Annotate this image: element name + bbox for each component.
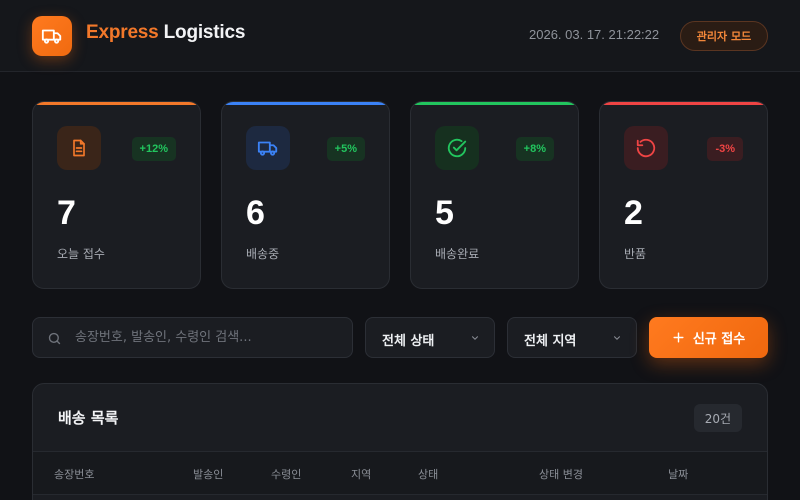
count-badge: 20건 — [693, 404, 742, 432]
card-icon-box — [57, 126, 101, 170]
panel-title: 배송 목록 — [58, 409, 119, 427]
table-header: 송장번호 발송인 수령인 지역 상태 상태 변경 날짜 — [33, 452, 767, 494]
new-shipment-label: 신규 접수 — [692, 332, 746, 347]
check-circle-icon — [447, 138, 467, 158]
current-datetime: 2026. 03. 17. 21:22:22 — [529, 27, 660, 42]
column-header-invoice[interactable]: 송장번호 — [54, 466, 94, 482]
card-accent-bar — [222, 102, 389, 105]
card-accent-bar — [411, 102, 578, 105]
region-filter-select[interactable]: 전체 지역 — [507, 317, 637, 358]
stat-card-returns: -3% 2 반품 — [599, 101, 768, 289]
stat-card-in-transit: +5% 6 배송중 — [221, 101, 390, 289]
card-accent-bar — [33, 102, 200, 105]
chevron-down-icon — [471, 336, 479, 340]
stat-value: 5 — [435, 194, 454, 232]
stat-label: 반품 — [624, 247, 647, 261]
table-header-border — [33, 494, 767, 495]
change-badge: +12% — [131, 137, 176, 161]
column-header-status-change[interactable]: 상태 변경 — [539, 466, 583, 482]
change-badge: -3% — [707, 137, 743, 161]
stat-label: 배송완료 — [435, 247, 480, 261]
column-header-recipient[interactable]: 수령인 — [271, 466, 301, 482]
truck-icon — [41, 29, 62, 44]
brand-accent: Express — [86, 22, 159, 43]
stat-value: 7 — [57, 194, 76, 232]
app-header: Express Logistics 2026. 03. 17. 21:22:22… — [0, 0, 800, 72]
shipment-list-panel: 배송 목록 20건 송장번호 발송인 수령인 지역 상태 상태 변경 날짜 — [32, 383, 768, 500]
column-header-sender[interactable]: 발송인 — [193, 466, 223, 482]
column-header-region[interactable]: 지역 — [351, 466, 371, 482]
change-badge: +5% — [326, 137, 365, 161]
status-filter-value: 전체 상태 — [382, 334, 435, 349]
stat-label: 오늘 접수 — [57, 247, 105, 261]
stat-card-received: +12% 7 오늘 접수 — [32, 101, 201, 289]
card-icon-box — [624, 126, 668, 170]
brand-name: Express Logistics — [86, 22, 245, 44]
admin-mode-button[interactable]: 관리자 모드 — [680, 21, 768, 51]
card-icon-box — [246, 126, 290, 170]
document-icon — [73, 139, 85, 157]
status-filter-select[interactable]: 전체 상태 — [365, 317, 495, 358]
region-filter-value: 전체 지역 — [524, 334, 577, 349]
new-shipment-button[interactable]: 신규 접수 — [649, 317, 768, 358]
return-icon — [636, 138, 656, 158]
chevron-down-icon — [613, 336, 621, 340]
stat-value: 2 — [624, 194, 643, 232]
plus-icon — [673, 332, 684, 343]
search-icon — [48, 332, 61, 345]
truck-icon — [257, 141, 278, 156]
logo[interactable] — [32, 16, 72, 56]
search-input[interactable] — [75, 318, 345, 357]
card-accent-bar — [600, 102, 767, 105]
card-icon-box — [435, 126, 479, 170]
stat-card-delivered: +8% 5 배송완료 — [410, 101, 579, 289]
stat-label: 배송중 — [246, 247, 280, 261]
search-box — [32, 317, 353, 358]
stat-value: 6 — [246, 194, 265, 232]
column-header-date[interactable]: 날짜 — [668, 466, 688, 482]
brand-rest: Logistics — [158, 22, 246, 43]
column-header-status[interactable]: 상태 — [418, 466, 438, 482]
change-badge: +8% — [515, 137, 554, 161]
